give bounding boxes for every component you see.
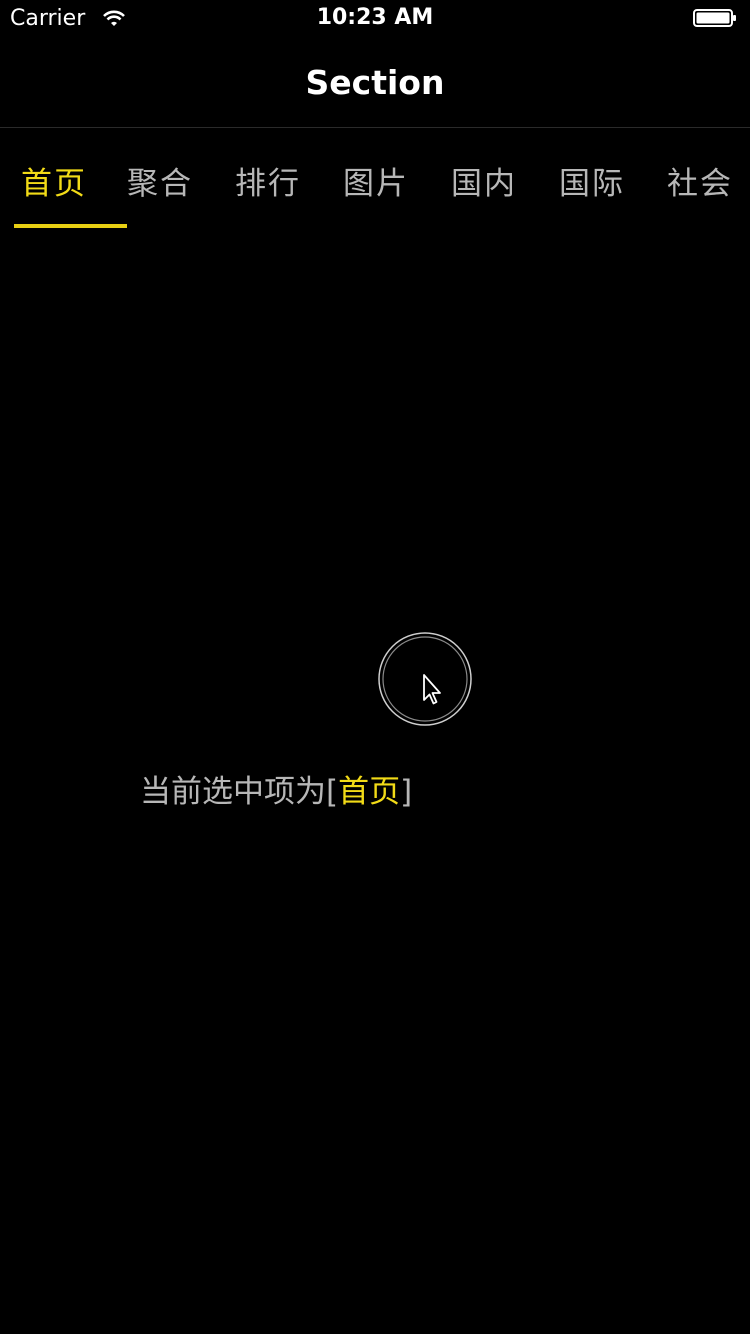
selection-suffix: ] (400, 774, 413, 810)
navigation-bar: Section (0, 40, 750, 128)
tab-international[interactable]: 国际 (538, 158, 646, 203)
tab-home[interactable]: 首页 (0, 158, 108, 203)
page-title: Section (305, 63, 445, 102)
selection-prefix: 当前选中项为[ (140, 774, 339, 810)
status-time: 10:23 AM (316, 5, 434, 30)
tab-images[interactable]: 图片 (322, 158, 430, 203)
tab-ranking[interactable]: 排行 (214, 158, 322, 203)
selected-item-label: 首页 (338, 774, 401, 810)
selected-tab-indicator (14, 224, 127, 228)
tab-society[interactable]: 社会 (646, 158, 750, 203)
tab-bar: 首页 聚合 排行 图片 国内 国际 社会 (0, 128, 750, 232)
status-bar: Carrier 10:23 AM (0, 0, 750, 40)
pointer-cursor-icon (378, 632, 472, 726)
tab-domestic[interactable]: 国内 (430, 158, 538, 203)
current-selection-text: 当前选中项为[首页] (140, 766, 412, 811)
battery-icon (693, 9, 736, 27)
tab-aggregate[interactable]: 聚合 (106, 158, 214, 203)
